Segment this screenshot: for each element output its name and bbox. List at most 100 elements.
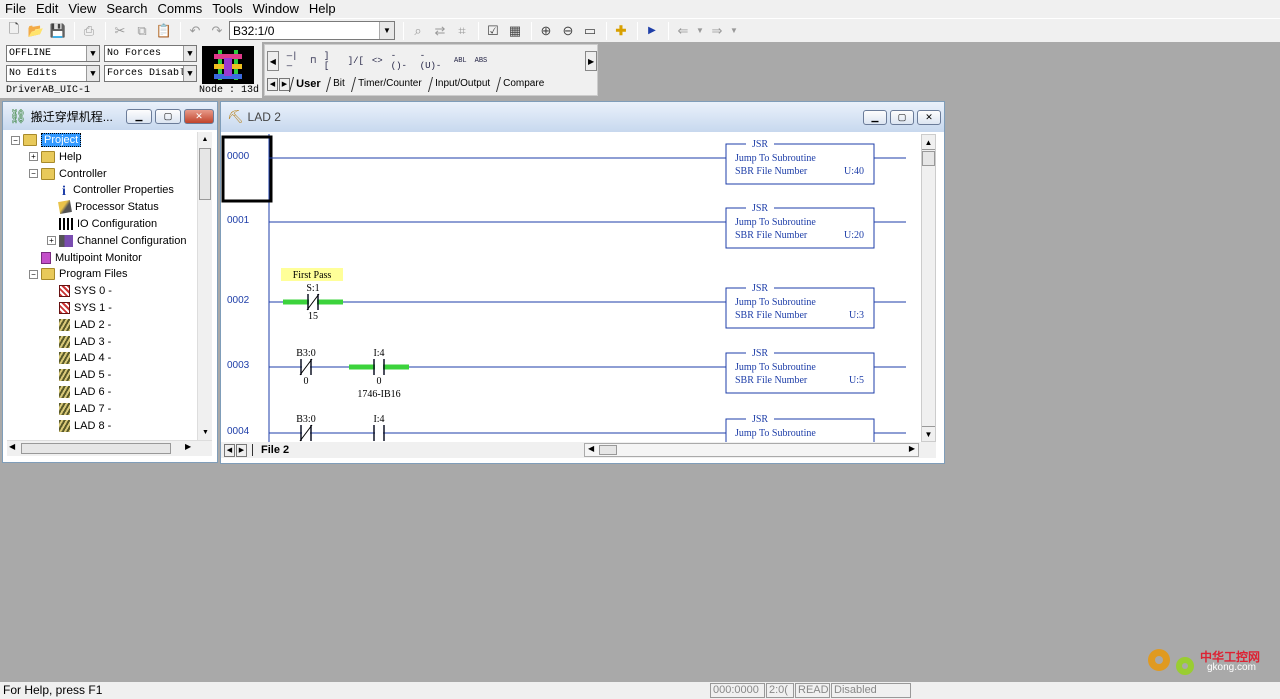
chevron-down-icon[interactable]: ▼ [379, 22, 394, 39]
scroll-left-icon[interactable]: ◀ [9, 442, 15, 451]
instr-branch[interactable]: —|— [287, 51, 303, 71]
paste-icon[interactable]: 📋 [154, 21, 174, 41]
collapse-icon[interactable]: − [29, 169, 38, 179]
expand-icon[interactable]: + [29, 152, 38, 162]
tree-vertical-scrollbar[interactable]: ▲ ▼ [197, 132, 212, 440]
tree-node[interactable]: LAD 3 - [47, 334, 111, 350]
forces-combo[interactable]: No Forces ▼ [104, 45, 197, 62]
back-icon[interactable]: ⇐ [673, 21, 693, 41]
file-tab[interactable]: File 2 [252, 444, 297, 456]
maximize-button[interactable]: ▢ [890, 109, 914, 125]
scroll-right-icon[interactable]: ▶ [585, 51, 597, 71]
scroll-right-icon[interactable]: ▶ [909, 444, 915, 453]
forces-state-combo[interactable]: Forces Disable ▼ [104, 65, 197, 82]
crossref-icon[interactable]: ⌗ [452, 21, 472, 41]
rung-number[interactable]: 0003 [227, 360, 249, 371]
print-icon[interactable]: ⎙ [79, 21, 99, 41]
menu-search[interactable]: Search [101, 0, 152, 18]
menu-view[interactable]: View [63, 0, 101, 18]
replace-icon[interactable]: ⇄ [430, 21, 450, 41]
ladder-window-titlebar[interactable]: ⛏ LAD 2 ▁ ▢ ✕ [221, 102, 944, 132]
scroll-left-icon[interactable]: ◀ [588, 444, 594, 453]
undo-icon[interactable]: ↶ [185, 21, 205, 41]
tab-compare[interactable]: Compare [495, 76, 552, 92]
scroll-right-icon[interactable]: ▶ [185, 442, 191, 451]
new-icon[interactable]: 🗋 [4, 21, 24, 41]
tree-node[interactable]: + Help [29, 149, 82, 165]
tab-bit[interactable]: Bit [326, 76, 354, 92]
rung-number[interactable]: 0004 [227, 426, 249, 437]
scroll-thumb[interactable] [21, 443, 171, 454]
tree-node[interactable]: SYS 0 - [47, 283, 112, 299]
back-dropdown-icon[interactable]: ▼ [695, 21, 705, 41]
menu-comms[interactable]: Comms [153, 0, 208, 18]
tree-node[interactable]: i Controller Properties [47, 182, 174, 199]
scroll-left-icon[interactable]: ◀ [267, 51, 279, 71]
rung-number[interactable]: 0002 [227, 295, 249, 306]
tree-node[interactable]: IO Configuration [47, 216, 157, 232]
zoom-in-icon[interactable]: ⊕ [536, 21, 556, 41]
instr-abs[interactable]: ABS [475, 57, 488, 65]
scroll-thumb[interactable] [922, 151, 935, 166]
scroll-up-icon[interactable]: ▲ [198, 132, 212, 147]
tab-timer-counter[interactable]: Timer/Counter [351, 76, 430, 92]
tree-node[interactable]: Processor Status [47, 199, 159, 215]
ladder-vertical-scrollbar[interactable]: ▲ ▼ [921, 134, 936, 442]
open-icon[interactable]: 📂 [26, 21, 46, 41]
rung-number[interactable]: 0000 [227, 151, 249, 162]
menu-file[interactable]: File [0, 0, 31, 18]
save-icon[interactable]: 💾 [48, 21, 68, 41]
scroll-down-icon[interactable]: ▼ [922, 426, 935, 441]
tree-node[interactable]: − Program Files [29, 266, 127, 282]
instr-ote[interactable]: <> [372, 56, 383, 66]
tree-node[interactable]: − Project [11, 132, 82, 148]
ladder-editor[interactable]: JSR Jump To Subroutine SBR File Number U:40… [221, 134, 906, 442]
chevron-down-icon[interactable]: ▼ [183, 66, 196, 81]
edits-combo[interactable]: No Edits ▼ [6, 65, 100, 82]
menu-edit[interactable]: Edit [31, 0, 63, 18]
chevron-down-icon[interactable]: ▼ [183, 46, 196, 61]
scroll-thumb[interactable] [599, 445, 617, 455]
tree-node[interactable]: LAD 2 - [47, 317, 111, 333]
instr-abl[interactable]: ABL [454, 57, 467, 65]
tree-node[interactable]: LAD 4 - [47, 350, 111, 366]
tree-node[interactable]: LAD 6 - [47, 384, 111, 400]
redo-icon[interactable]: ↷ [207, 21, 227, 41]
minimize-button[interactable]: ▁ [863, 109, 887, 125]
verify-project-icon[interactable]: ▦ [505, 21, 525, 41]
instr-xic[interactable]: ] [ [324, 51, 340, 71]
horizontal-scrollbar[interactable]: ◀ ▶ [584, 443, 919, 457]
forward-icon[interactable]: ⇒ [707, 21, 727, 41]
close-button[interactable]: ✕ [917, 109, 941, 125]
tree-node[interactable]: SYS 1 - [47, 300, 112, 316]
play-icon[interactable]: ▶ [642, 21, 662, 41]
close-button[interactable]: ✕ [184, 108, 214, 124]
tree-node[interactable]: LAD 8 - [47, 418, 111, 434]
chevron-down-icon[interactable]: ▼ [86, 46, 99, 61]
add-icon[interactable]: ✚ [611, 21, 631, 41]
tree-node[interactable]: − Controller [29, 166, 107, 182]
instr-otu[interactable]: -(U)- [420, 51, 446, 71]
tab-next-icon[interactable]: ▶ [279, 77, 290, 91]
verify-file-icon[interactable]: ☑ [483, 21, 503, 41]
menu-tools[interactable]: Tools [207, 0, 247, 18]
menu-window[interactable]: Window [248, 0, 304, 18]
search-icon[interactable]: ⌕ [408, 21, 428, 41]
window-icon[interactable]: ▭ [580, 21, 600, 41]
tree-node[interactable]: + Channel Configuration [47, 233, 186, 249]
address-combo[interactable]: B32:1/0 ▼ [229, 21, 395, 40]
maximize-button[interactable]: ▢ [155, 108, 181, 124]
tab-prev-icon[interactable]: ◀ [224, 443, 235, 457]
rung-number[interactable]: 0001 [227, 215, 249, 226]
instr-otl[interactable]: -()- [391, 51, 412, 71]
collapse-icon[interactable]: − [11, 135, 20, 145]
mode-combo[interactable]: OFFLINE ▼ [6, 45, 100, 62]
tab-user[interactable]: User [288, 76, 329, 92]
zoom-out-icon[interactable]: ⊖ [558, 21, 578, 41]
copy-icon[interactable]: ⧉ [132, 21, 152, 41]
project-window-titlebar[interactable]: ⛓ 搬迁穿焊机程... ▁ ▢ ✕ [3, 102, 217, 130]
chevron-down-icon[interactable]: ▼ [86, 66, 99, 81]
cut-icon[interactable]: ✂ [110, 21, 130, 41]
tree-horizontal-scrollbar[interactable]: ◀ ▶ [7, 440, 212, 456]
forward-dropdown-icon[interactable]: ▼ [729, 21, 739, 41]
